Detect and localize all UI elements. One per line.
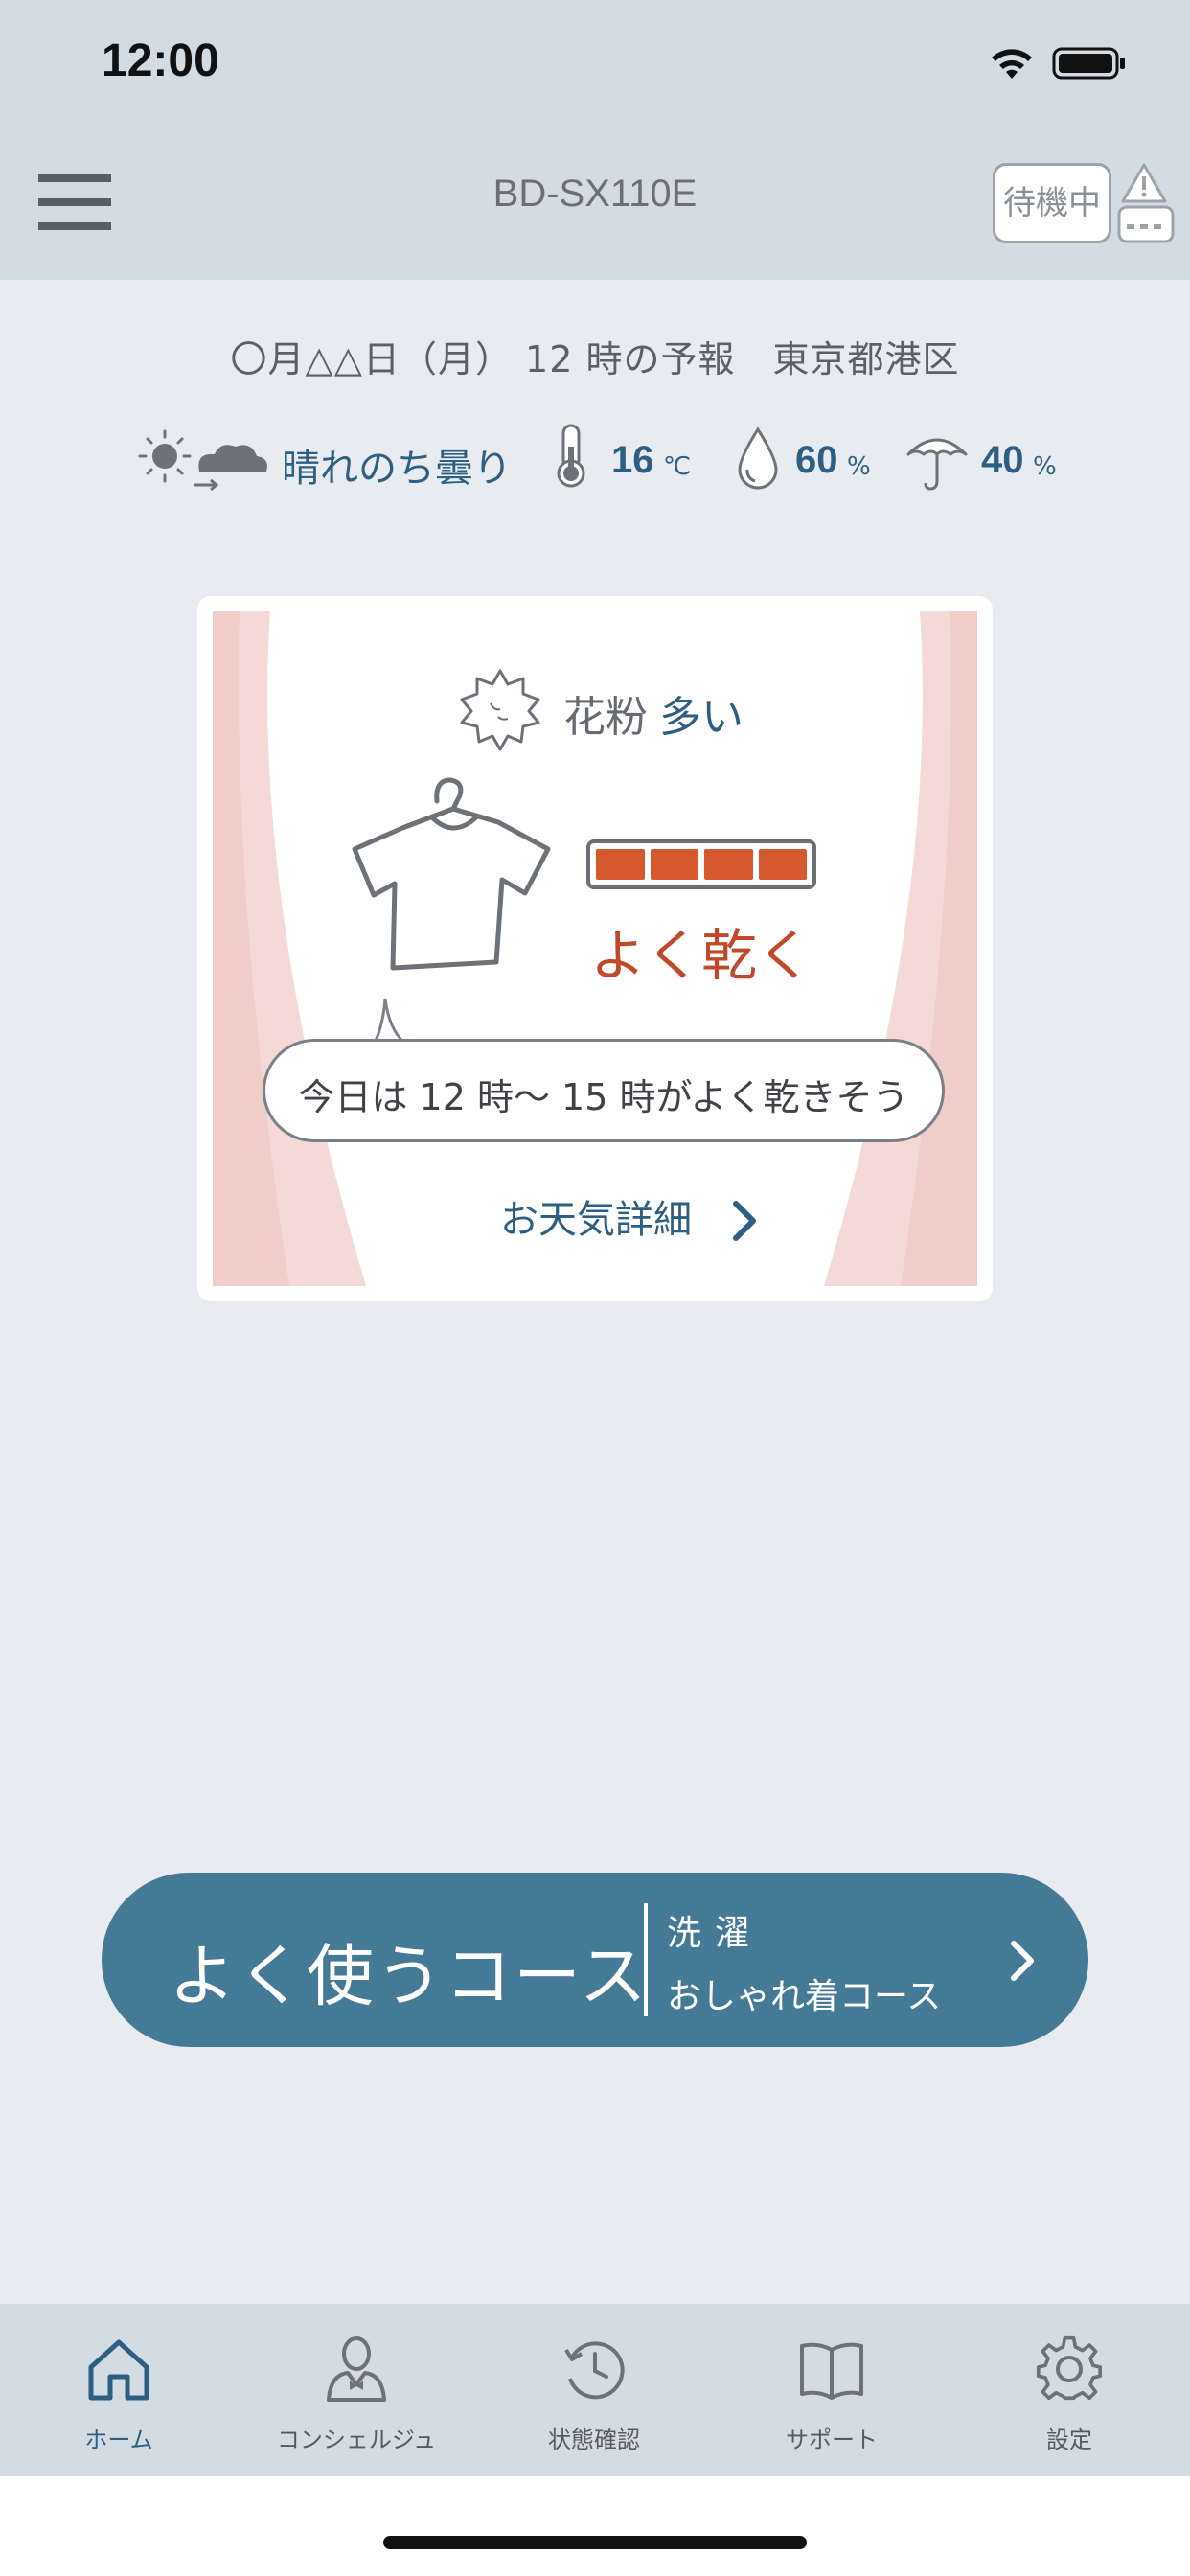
menu-button[interactable] xyxy=(38,174,111,230)
favorite-course-button[interactable]: よく使うコース 洗濯 おしゃれ着コース xyxy=(102,1873,1088,2047)
tab-support[interactable]: サポート xyxy=(713,2304,950,2476)
drying-level-segment xyxy=(704,849,753,880)
rain-chance-value: 40 xyxy=(981,439,1024,481)
book-icon xyxy=(800,2342,863,2400)
forecast-heading: 〇月△△日（月） 12 時の予報 東京都港区 xyxy=(230,338,960,380)
course-divider xyxy=(644,1903,648,2016)
drying-level-meter xyxy=(586,840,816,889)
home-icon xyxy=(88,2339,149,2401)
course-name: おしゃれ着コース xyxy=(667,1977,942,2016)
home-indicator-area xyxy=(0,2476,1190,2576)
tab-label: ホーム xyxy=(84,2426,153,2453)
concierge-icon xyxy=(327,2336,386,2402)
tab-bar: ホーム コンシェルジュ 状態確認 サポート 設定 xyxy=(0,2304,1190,2476)
menu-line xyxy=(38,222,111,230)
wifi-icon xyxy=(992,49,1032,79)
warning-icon[interactable] xyxy=(1111,159,1177,247)
tab-status[interactable]: 状態確認 xyxy=(475,2304,713,2476)
speech-bubble-tail xyxy=(374,998,408,1045)
curtain-left-image xyxy=(213,611,366,1286)
home-indicator[interactable] xyxy=(383,2536,807,2549)
laundry-forecast-card[interactable]: 花粉 多い よく乾く 今日は 12 時〜 15 時がよく乾きそう お天気詳細 xyxy=(197,596,993,1301)
temperature-value: 16 xyxy=(611,439,654,481)
favorite-course-title: よく使うコース xyxy=(169,1937,649,2015)
chevron-right-icon xyxy=(1011,1941,1034,1981)
pollen-label: 花粉 xyxy=(563,693,648,742)
menu-line xyxy=(38,174,111,182)
course-type: 洗濯 xyxy=(667,1914,764,1953)
humidity-unit: % xyxy=(847,452,871,481)
rain-chance-unit: % xyxy=(1033,452,1057,481)
tab-settings[interactable]: 設定 xyxy=(950,2304,1188,2476)
tab-concierge[interactable]: コンシェルジュ xyxy=(238,2304,475,2476)
drying-level-label: よく乾く xyxy=(589,923,812,988)
weather-detail-link[interactable]: お天気詳細 xyxy=(500,1186,749,1254)
shirt-on-hanger-icon xyxy=(352,777,551,971)
drying-advice-text: 今日は 12 時〜 15 時がよく乾きそう xyxy=(298,1076,909,1118)
card-body: 花粉 多い よく乾く 今日は 12 時〜 15 時がよく乾きそう お天気詳細 xyxy=(213,611,977,1286)
tab-label: 状態確認 xyxy=(548,2426,640,2453)
weather-text: 晴れのち曇り xyxy=(282,447,512,491)
menu-line xyxy=(38,198,111,206)
drying-level-segment xyxy=(650,849,698,880)
thermometer-icon xyxy=(557,424,585,488)
device-title: BD-SX110E xyxy=(492,172,698,215)
tab-label: 設定 xyxy=(1046,2426,1092,2453)
curtain-right-image xyxy=(824,611,977,1286)
umbrella-icon xyxy=(906,438,968,491)
tab-label: サポート xyxy=(786,2426,878,2453)
gear-icon xyxy=(1036,2335,1103,2401)
pollen-icon xyxy=(460,669,540,751)
status-time: 12:00 xyxy=(102,35,219,86)
clock-icon xyxy=(564,2341,625,2400)
tab-label: コンシェルジュ xyxy=(276,2426,437,2453)
tab-home[interactable]: ホーム xyxy=(0,2304,238,2476)
weather-summary: 晴れのち曇り 16 ℃ 60 % 40 % xyxy=(134,422,1073,498)
drying-level-segment xyxy=(596,849,645,880)
status-badge[interactable]: 待機中 xyxy=(993,163,1111,243)
battery-icon xyxy=(1052,47,1125,80)
sunny-then-cloudy-icon xyxy=(138,429,267,492)
humidity-drop-icon xyxy=(738,426,778,490)
temperature-unit: ℃ xyxy=(663,452,692,481)
drying-level-segment xyxy=(758,849,807,880)
chevron-right-icon[interactable] xyxy=(726,1190,765,1250)
humidity-value: 60 xyxy=(795,439,838,481)
pollen-level: 多い xyxy=(659,693,744,742)
